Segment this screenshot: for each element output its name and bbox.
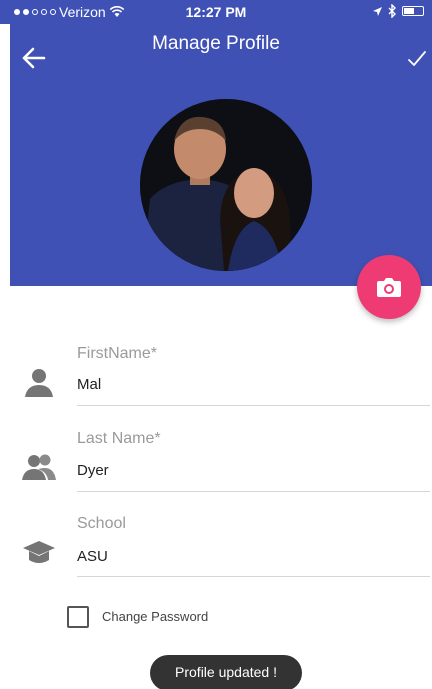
- profile-photo: [140, 99, 312, 271]
- change-password-label[interactable]: Change Password: [102, 609, 208, 624]
- first-name-input[interactable]: [77, 371, 429, 397]
- school-cap-icon: [23, 541, 55, 563]
- camera-icon: [377, 278, 401, 297]
- school-label: School: [77, 515, 126, 532]
- clock: 12:27 PM: [185, 4, 247, 20]
- person-icon: [25, 369, 53, 397]
- toast-message: Profile updated !: [150, 655, 302, 689]
- last-name-input[interactable]: [77, 457, 429, 483]
- location-arrow-icon: [373, 6, 382, 16]
- change-password-checkbox[interactable]: [67, 606, 89, 628]
- last-name-label: Last Name*: [77, 430, 161, 447]
- bluetooth-icon: [388, 4, 396, 18]
- check-icon[interactable]: [406, 48, 428, 70]
- last-name-underline: [77, 491, 430, 492]
- first-name-label: FirstName*: [77, 345, 158, 362]
- status-indicators: [372, 4, 424, 18]
- back-arrow-icon[interactable]: [20, 44, 48, 72]
- change-photo-button[interactable]: [357, 255, 421, 319]
- status-bar: Verizon 12:27 PM: [0, 0, 432, 24]
- first-name-underline: [77, 405, 430, 406]
- people-icon: [22, 454, 56, 480]
- school-underline: [77, 576, 430, 577]
- battery-icon: [402, 6, 424, 16]
- school-input[interactable]: [77, 543, 429, 569]
- profile-avatar[interactable]: [140, 99, 312, 271]
- page-title: Manage Profile: [152, 33, 280, 54]
